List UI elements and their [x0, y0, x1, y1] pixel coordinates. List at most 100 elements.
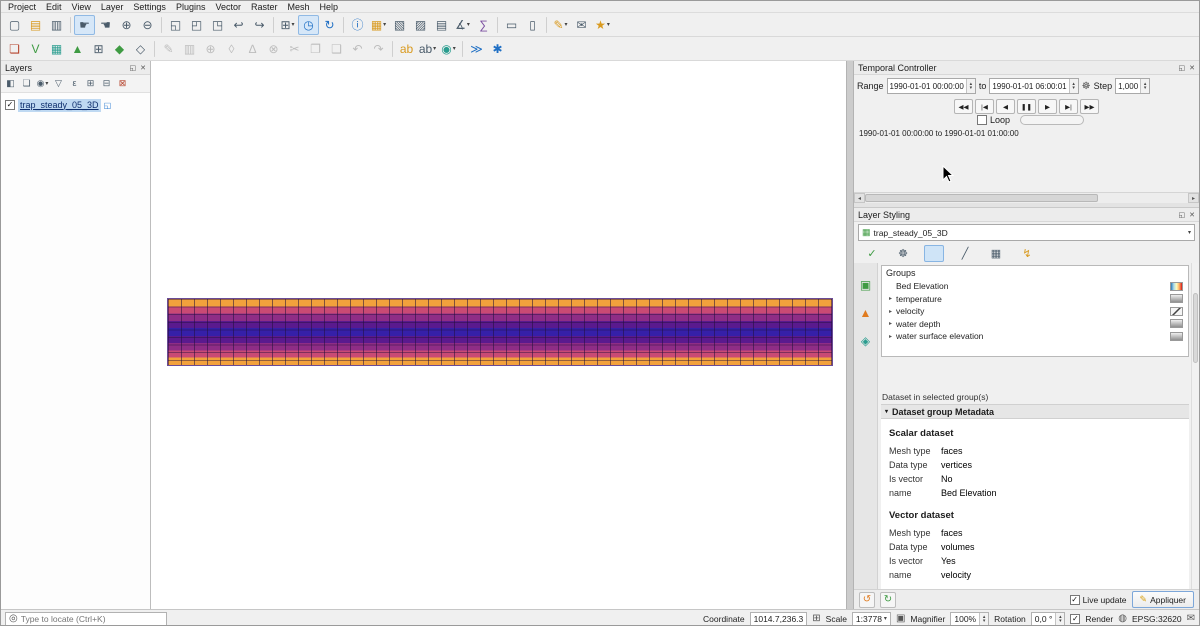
layer-visibility-checkbox[interactable]: ✓	[5, 100, 15, 110]
dataset-group-row[interactable]: ▸ velocity	[882, 305, 1188, 318]
panel-float-icon[interactable]: ◱	[1179, 211, 1186, 219]
zoom-in-icon[interactable]: ⊕	[116, 15, 137, 35]
step-input[interactable]: 1,000 ▴ ▾	[1115, 78, 1150, 94]
zoom-last-icon[interactable]: ↩	[228, 15, 249, 35]
add-delimited-text-icon[interactable]: ⊞	[88, 39, 109, 59]
manage-map-themes-icon[interactable]: ◉ ▾	[35, 76, 50, 91]
spinner[interactable]: ▴ ▾	[1055, 613, 1064, 625]
mesh-3d-tab[interactable]: ↯	[1017, 245, 1037, 262]
expand-arrow-icon[interactable]: ▸	[889, 333, 896, 340]
panel-float-icon[interactable]: ◱	[1179, 64, 1186, 72]
locate-search[interactable]: ◎	[5, 612, 167, 626]
save-project-icon[interactable]: ▥	[46, 15, 67, 35]
range-end-input[interactable]: 1990-01-01 06:00:01 ▴ ▾	[989, 78, 1078, 94]
styling-layer-selector[interactable]: ▦ trap_steady_05_3D ▾	[858, 224, 1195, 241]
menu-item[interactable]: Settings	[128, 1, 171, 13]
metadata-collapsible-header[interactable]: ▾ Dataset group Metadata	[881, 404, 1189, 419]
expand-arrow-icon[interactable]: ▸	[889, 308, 896, 315]
play-button[interactable]: ▶	[1038, 99, 1057, 114]
rewind-button[interactable]: ◀◀	[954, 99, 973, 114]
new-project-icon[interactable]: ▢	[4, 15, 25, 35]
paste-features-icon[interactable]: ❑	[326, 39, 347, 59]
layer-name[interactable]: trap_steady_05_3D	[18, 99, 101, 112]
identify-features-icon[interactable]: ⓘ	[347, 15, 368, 35]
menu-item[interactable]: Project	[3, 1, 41, 13]
toggle-editing-icon[interactable]: ✎	[158, 39, 179, 59]
undo-icon[interactable]: ↶	[347, 39, 368, 59]
filter-legend-icon[interactable]: ▽	[51, 76, 66, 91]
menu-item[interactable]: View	[67, 1, 96, 13]
save-layer-edits-icon[interactable]: ▥	[179, 39, 200, 59]
move-feature-icon[interactable]: ◊	[221, 39, 242, 59]
collapse-all-icon[interactable]: ⊟	[99, 76, 114, 91]
open-attribute-table-icon[interactable]: ▤	[431, 15, 452, 35]
panel-close-icon[interactable]: ✕	[140, 64, 146, 72]
python-console-icon[interactable]: ≫	[466, 39, 487, 59]
vector-tab[interactable]: ╱	[955, 245, 975, 262]
symbology-tab[interactable]: ✓	[862, 245, 882, 262]
temporal-controller-icon[interactable]: ◷	[298, 15, 319, 35]
filter-by-expression-icon[interactable]: ε	[67, 76, 82, 91]
statistics-icon[interactable]: ∑	[473, 15, 494, 35]
time-slider[interactable]	[1020, 115, 1084, 125]
pan-map-icon[interactable]: ☛	[74, 15, 95, 35]
colors-tab[interactable]	[924, 245, 944, 262]
delete-selected-icon[interactable]: ⊗	[263, 39, 284, 59]
labeling-icon[interactable]: ab	[396, 39, 417, 59]
zoom-out-icon[interactable]: ⊖	[137, 15, 158, 35]
symbology-panel-icon[interactable]: ▣	[855, 275, 876, 295]
show-layout-manager-icon[interactable]: ▯	[522, 15, 543, 35]
menu-item[interactable]: Raster	[246, 1, 283, 13]
expand-arrow-icon[interactable]: ▸	[889, 320, 896, 327]
dataset-group-row[interactable]: Bed Elevation	[882, 280, 1188, 293]
expand-arrow-icon[interactable]: ▸	[889, 295, 896, 302]
dataset-group-row[interactable]: ▸ water depth	[882, 318, 1188, 331]
scrollbar-thumb[interactable]	[865, 194, 1098, 202]
add-vector-layer-icon[interactable]: V	[25, 39, 46, 59]
measure-icon[interactable]: ∡ ▾	[452, 15, 473, 35]
select-by-form-icon[interactable]: ▨	[410, 15, 431, 35]
crs-icon[interactable]: ◍	[1118, 614, 1127, 624]
locate-input[interactable]	[21, 614, 163, 624]
skip-start-button[interactable]: |◀	[975, 99, 994, 114]
panel-close-icon[interactable]: ✕	[1189, 64, 1195, 72]
add-mesh-layer-icon[interactable]: ▲	[67, 39, 88, 59]
open-layer-styling-icon[interactable]: ◧	[3, 76, 18, 91]
scale-combo[interactable]: 1:3778 ▾	[852, 612, 891, 626]
step-back-button[interactable]: ◀	[996, 99, 1015, 114]
zoom-full-icon[interactable]: ◱	[165, 15, 186, 35]
spinner[interactable]: ▴ ▾	[966, 79, 975, 93]
remove-layer-icon[interactable]: ⊠	[115, 76, 130, 91]
menu-item[interactable]: Vector	[210, 1, 246, 13]
zoom-to-layer-icon[interactable]: ◳	[207, 15, 228, 35]
loop-checkbox[interactable]	[977, 115, 987, 125]
render-checkbox[interactable]: ✓	[1070, 614, 1080, 624]
panel-float-icon[interactable]: ◱	[130, 64, 137, 72]
spinner[interactable]: ▴ ▾	[1069, 79, 1078, 93]
add-group-icon[interactable]: ❏	[19, 76, 34, 91]
range-start-input[interactable]: 1990-01-01 00:00:00 ▴ ▾	[887, 78, 976, 94]
apply-button[interactable]: ✎ Appliquer	[1132, 591, 1194, 608]
new-geopackage-icon[interactable]: ◆	[109, 39, 130, 59]
pause-button[interactable]: ❚❚	[1017, 99, 1036, 114]
menu-item[interactable]: Help	[315, 1, 344, 13]
map-tips-icon[interactable]: ✉	[571, 15, 592, 35]
add-feature-icon[interactable]: ⊕	[200, 39, 221, 59]
add-raster-layer-icon[interactable]: ▦	[46, 39, 67, 59]
elevation-panel-icon[interactable]: ▲	[855, 303, 876, 323]
spinner[interactable]: ▴ ▾	[1140, 79, 1149, 93]
layer-item[interactable]: ✓ trap_steady_05_3D ◱	[5, 98, 150, 112]
select-features-icon[interactable]: ▦ ▾	[368, 15, 389, 35]
magnifier-spinbox[interactable]: 100% ▴ ▾	[950, 612, 989, 626]
processing-toolbox-icon[interactable]: ✱	[487, 39, 508, 59]
scroll-right-icon[interactable]: ▸	[1188, 193, 1199, 203]
dataset-group-row[interactable]: ▸ water surface elevation	[882, 330, 1188, 343]
menu-item[interactable]: Mesh	[283, 1, 315, 13]
refresh-map-icon[interactable]: ↻	[319, 15, 340, 35]
temporal-settings-icon[interactable]: ☸	[1082, 81, 1091, 92]
zoom-next-icon[interactable]: ↪	[249, 15, 270, 35]
reset-style-button[interactable]: ↺	[859, 592, 875, 608]
history-panel-icon[interactable]: ◈	[855, 331, 876, 351]
pan-to-selection-icon[interactable]: ☚	[95, 15, 116, 35]
new-print-layout-icon[interactable]: ▭	[501, 15, 522, 35]
